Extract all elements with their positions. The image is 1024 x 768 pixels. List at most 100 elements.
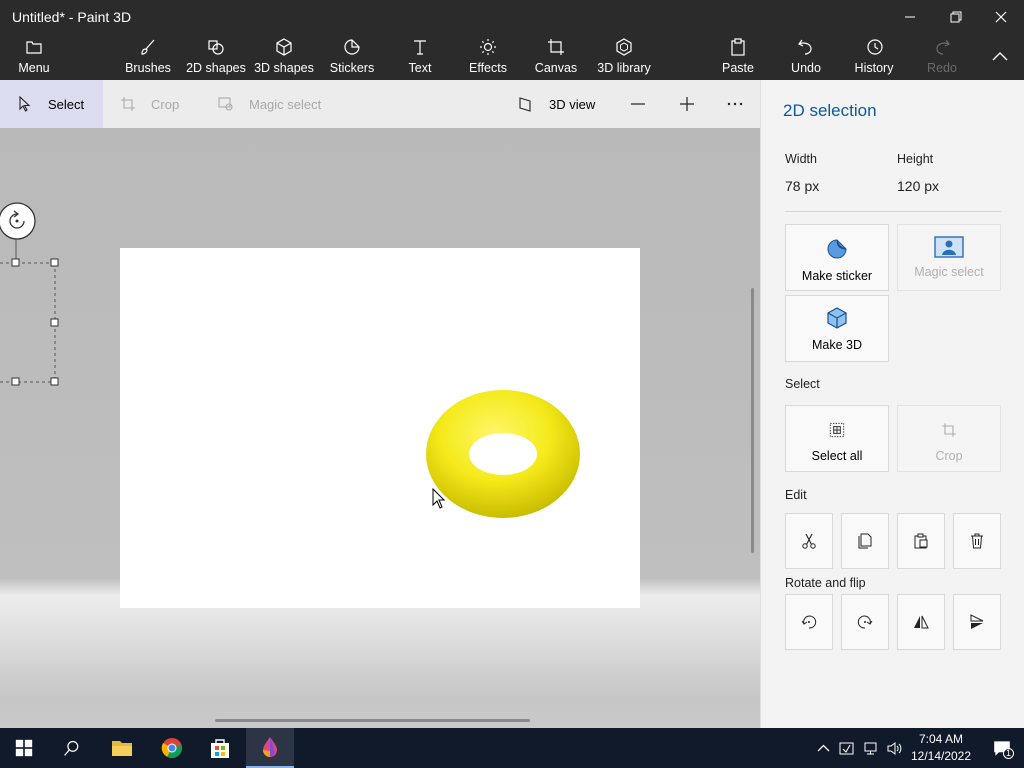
- divider: [785, 211, 1001, 212]
- workspace[interactable]: [0, 128, 760, 728]
- cube-icon: [827, 307, 847, 329]
- network-button[interactable]: [858, 728, 882, 768]
- delete-button[interactable]: [953, 513, 1001, 569]
- ellipsis-icon: [727, 102, 743, 106]
- brushes-button[interactable]: Brushes: [120, 33, 176, 80]
- resize-handle[interactable]: [11, 258, 20, 267]
- store-icon: [211, 739, 229, 758]
- tray-app-icon[interactable]: [834, 728, 858, 768]
- height-value[interactable]: 120 px: [897, 178, 939, 194]
- brushes-label: Brushes: [125, 61, 171, 75]
- torus-object[interactable]: [426, 390, 580, 518]
- rotate-left-button[interactable]: [785, 594, 833, 650]
- title-bar: Untitled* - Paint 3D: [0, 0, 1024, 33]
- rotate-right-icon: [857, 615, 873, 629]
- resize-handle[interactable]: [50, 258, 59, 267]
- minimize-button[interactable]: [887, 0, 933, 33]
- show-hidden-icons-button[interactable]: [811, 728, 835, 768]
- clock-time: 7:04 AM: [918, 732, 964, 746]
- magic-select-button[interactable]: Magic select: [897, 224, 1001, 291]
- 2d-shapes-icon: [208, 40, 224, 55]
- more-options-button[interactable]: [727, 80, 747, 128]
- cursor-icon: [19, 96, 31, 112]
- make-sticker-label: Make sticker: [801, 269, 873, 283]
- select-label: Select: [48, 96, 85, 112]
- paste-button[interactable]: Paste: [716, 33, 760, 80]
- history-button[interactable]: History: [850, 33, 898, 80]
- notification-count: 1: [1003, 748, 1014, 759]
- undo-button[interactable]: Undo: [784, 33, 828, 80]
- 3d-view-toggle[interactable]: 3D view: [518, 80, 595, 128]
- start-button[interactable]: [0, 728, 48, 768]
- minimize-icon: [905, 16, 915, 17]
- crop-tool[interactable]: Crop: [120, 80, 179, 128]
- cut-button[interactable]: [785, 513, 833, 569]
- stickers-label: Stickers: [329, 61, 375, 75]
- zoom-in-button[interactable]: [679, 80, 699, 128]
- horizontal-scrollbar[interactable]: [215, 719, 530, 722]
- copy-icon: [858, 533, 872, 549]
- store-taskbar[interactable]: [196, 728, 244, 768]
- resize-handle[interactable]: [50, 318, 59, 327]
- effects-button[interactable]: Effects: [466, 33, 510, 80]
- collapse-ribbon-button[interactable]: [984, 33, 1016, 80]
- select-all-button[interactable]: Select all: [785, 405, 889, 472]
- rotate-handle[interactable]: [0, 202, 36, 240]
- flip-vertical-button[interactable]: [953, 594, 1001, 650]
- menu-label: Menu: [18, 61, 50, 75]
- paste-button-panel[interactable]: [897, 513, 945, 569]
- crop-icon: [121, 97, 135, 111]
- 3d-library-label: 3D library: [597, 61, 651, 75]
- network-icon: [864, 742, 876, 754]
- width-value[interactable]: 78 px: [785, 178, 819, 194]
- make-sticker-button[interactable]: Make sticker: [785, 224, 889, 291]
- resize-handle[interactable]: [50, 377, 59, 386]
- volume-button[interactable]: [882, 728, 906, 768]
- crop-label: Crop: [151, 96, 180, 112]
- file-explorer-taskbar[interactable]: [98, 728, 146, 768]
- sun-icon: [480, 39, 496, 55]
- rotate-section-label: Rotate and flip: [785, 576, 866, 590]
- chevron-up-icon: [817, 744, 829, 751]
- vertical-scrollbar[interactable]: [751, 288, 754, 553]
- canvas-icon: [548, 39, 564, 55]
- canvas-scene: [0, 202, 580, 518]
- clock[interactable]: 7:04 AM 12/14/2022: [904, 731, 978, 765]
- canvas-button[interactable]: Canvas: [534, 33, 578, 80]
- restore-button[interactable]: [933, 0, 979, 33]
- action-center-button[interactable]: 1: [982, 728, 1022, 768]
- security-icon: [839, 742, 853, 754]
- rotate-right-button[interactable]: [841, 594, 889, 650]
- paint-3d-taskbar[interactable]: [246, 728, 294, 768]
- 3d-shapes-button[interactable]: 3D shapes: [254, 33, 314, 80]
- undo-label: Undo: [791, 61, 821, 75]
- minus-icon: [631, 103, 645, 105]
- 2d-shapes-button[interactable]: 2D shapes: [186, 33, 246, 80]
- close-button[interactable]: [978, 0, 1024, 33]
- plus-icon: [680, 97, 694, 111]
- flip-horizontal-icon: [914, 615, 929, 629]
- crop-button[interactable]: Crop: [897, 405, 1001, 472]
- redo-button[interactable]: Redo: [920, 33, 964, 80]
- magic-select-label: Magic select: [914, 265, 984, 279]
- stickers-button[interactable]: Stickers: [328, 33, 376, 80]
- text-button[interactable]: Text: [398, 33, 442, 80]
- history-icon: [867, 39, 883, 55]
- flip-horizontal-button[interactable]: [897, 594, 945, 650]
- search-button[interactable]: [48, 728, 96, 768]
- magic-select-tool[interactable]: Magic select: [218, 80, 321, 128]
- 3d-library-button[interactable]: 3D library: [596, 33, 652, 80]
- select-tool[interactable]: Select: [0, 80, 103, 128]
- select-all-label: Select all: [811, 449, 863, 463]
- clock-date: 12/14/2022: [910, 749, 972, 763]
- speaker-icon: [887, 741, 901, 755]
- selection-box[interactable]: [0, 202, 59, 386]
- resize-handle[interactable]: [11, 377, 20, 386]
- menu-button[interactable]: Menu: [10, 33, 58, 80]
- zoom-out-button[interactable]: [630, 80, 650, 128]
- make-3d-button[interactable]: Make 3D: [785, 295, 889, 362]
- window-title: Untitled* - Paint 3D: [12, 9, 132, 25]
- chrome-taskbar[interactable]: [148, 728, 196, 768]
- trash-icon: [971, 533, 983, 549]
- copy-button[interactable]: [841, 513, 889, 569]
